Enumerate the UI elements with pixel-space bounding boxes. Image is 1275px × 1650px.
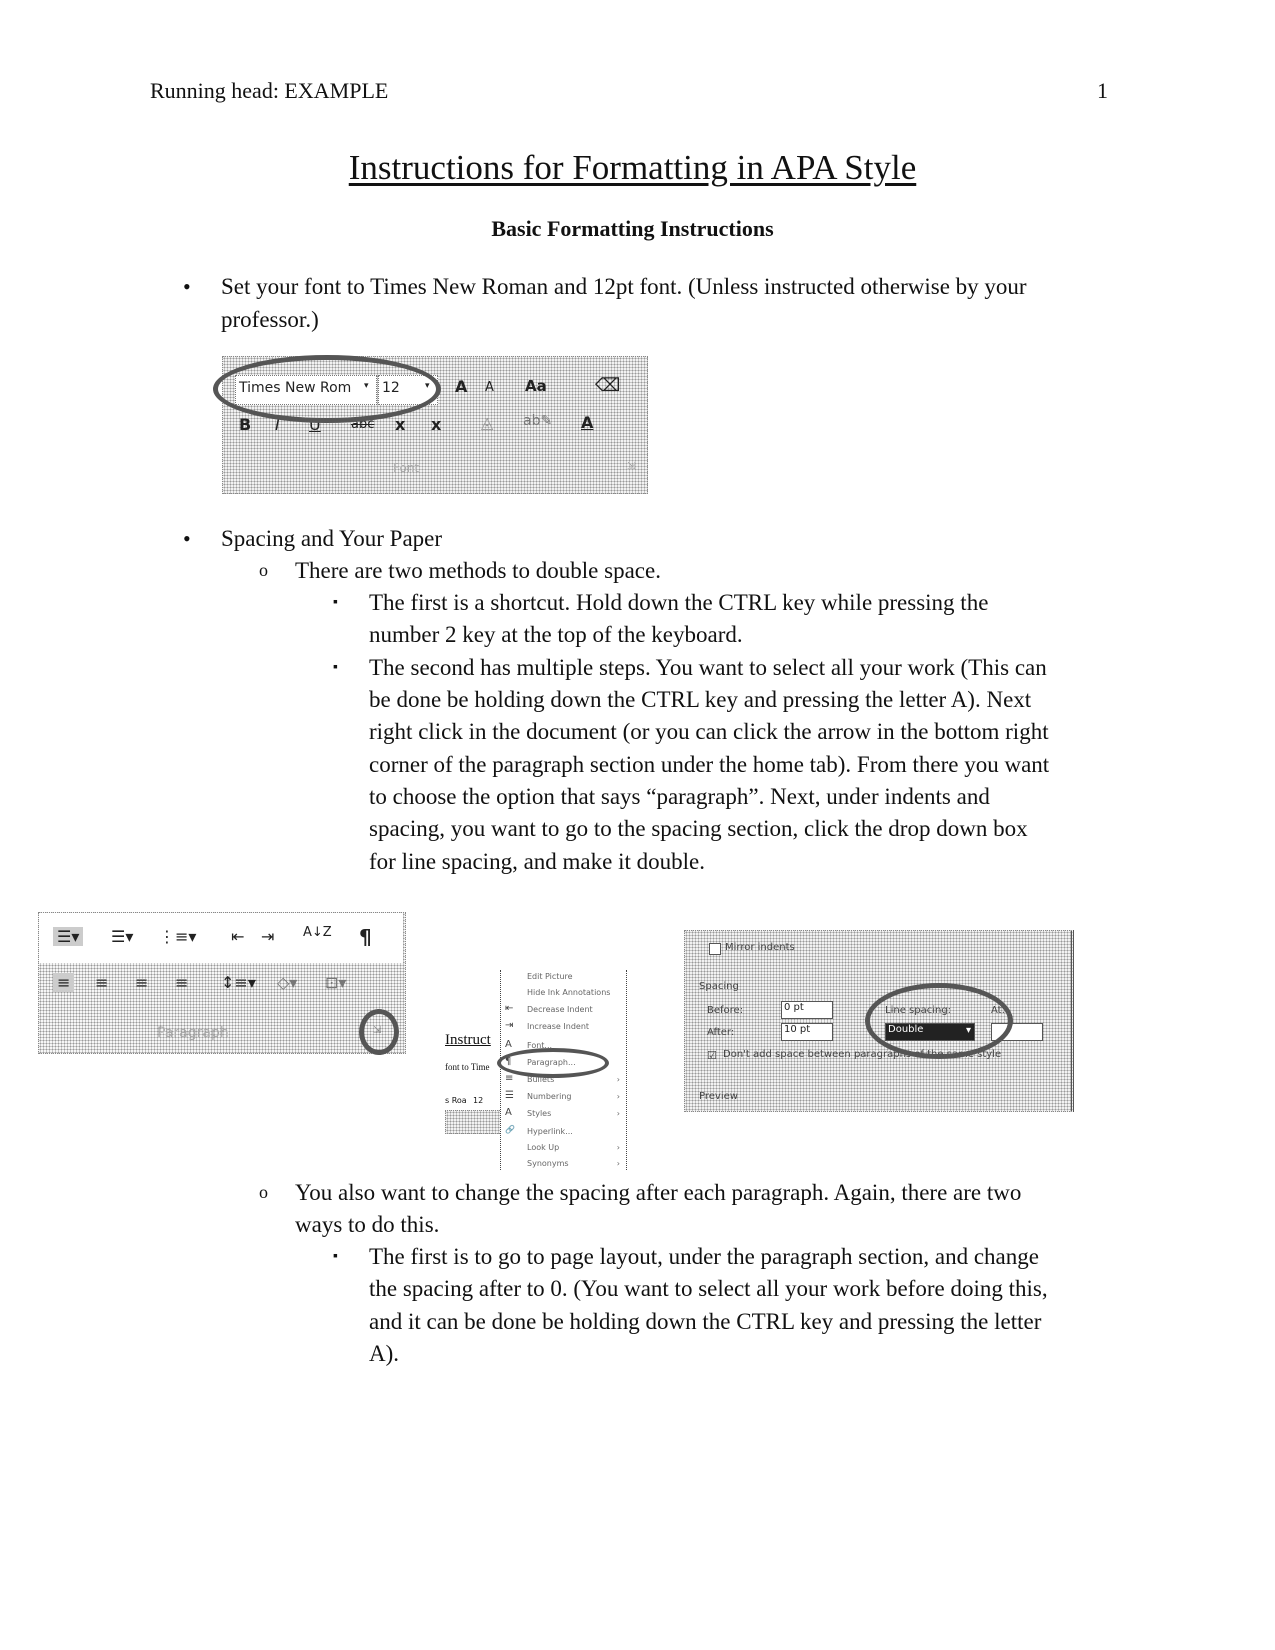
align-center-icon: ≡ [95, 973, 109, 992]
font-ribbon-screenshot: Times New Rom ▾ 12 ▾ A A Aa ⌫ B I U abc … [213, 355, 648, 494]
bullet-square-icon: ▪ [333, 1249, 338, 1264]
shrink-font-icon: A [485, 380, 494, 395]
spacing-after-line2: ways to do this. [295, 1212, 440, 1237]
bullet-dot-icon: • [183, 274, 191, 299]
steps-line7: for line spacing, and make it double. [369, 849, 705, 874]
document-title: Instructions for Formatting in APA Style [348, 148, 917, 187]
spacing-heading: Spacing and Your Paper [221, 526, 443, 551]
dialog-launcher-icon: ⇲ [627, 461, 636, 472]
running-head: Running head: EXAMPLE [150, 78, 389, 103]
chevron-right-icon: › [616, 1159, 620, 1168]
bold-icon: B [239, 415, 252, 434]
after-spinner[interactable]: 10 pt [781, 1023, 833, 1041]
steps-line1: The second has multiple steps. You want … [369, 655, 1047, 680]
chevron-right-icon: › [616, 1092, 620, 1101]
doc-font-fragment: s Roa [445, 1096, 467, 1105]
align-right-icon: ≡ [135, 973, 149, 992]
superscript-icon: x [431, 415, 442, 434]
doc-text-fragment: font to Time [445, 1062, 490, 1072]
bullet-square-icon: ▪ [333, 660, 338, 675]
before-label: Before: [707, 1005, 744, 1016]
bullet-dot-icon: • [183, 526, 191, 551]
justify-icon: ≡ [175, 973, 189, 992]
double-space-intro: There are two methods to double space. [295, 558, 661, 583]
font-color-icon: A [581, 413, 594, 432]
preview-label: Preview [699, 1091, 738, 1102]
shortcut-line1: The first is a shortcut. Hold down the C… [369, 590, 989, 615]
steps-line2: be done be holding down the CTRL key and… [369, 687, 1032, 712]
doc-size-fragment: 12 [473, 1096, 484, 1105]
page-layout-line4: A). [369, 1341, 400, 1366]
font-instruction-line2: professor.) [221, 307, 319, 332]
font-group-label: Font [393, 461, 420, 475]
increase-indent-icon: ⇥ [261, 927, 275, 946]
increase-indent-icon: ⇥ [505, 1020, 514, 1031]
highlight-icon: ab✎ [523, 413, 553, 429]
steps-line6: spacing, you want to go to the spacing s… [369, 816, 1028, 841]
decrease-indent-icon: ⇤ [505, 1003, 514, 1014]
checkmark-icon[interactable]: ☑ [707, 1049, 717, 1062]
spacing-after-line1: You also want to change the spacing afte… [295, 1180, 1022, 1205]
spacing-group-label: Spacing [699, 981, 739, 992]
highlight-oval [359, 1009, 399, 1055]
show-marks-icon: ¶ [359, 925, 372, 949]
highlight-oval [497, 1048, 609, 1078]
mirror-indents-label: Mirror indents [725, 942, 795, 953]
bullets-icon: ☰▾ [53, 927, 84, 946]
hyperlink-icon: 🔗 [505, 1125, 515, 1134]
before-spinner[interactable]: 0 pt [781, 1001, 833, 1019]
subscript-icon: x [395, 415, 406, 434]
page-layout-line2: the spacing after to 0. (You want to sel… [369, 1276, 1048, 1301]
after-label: After: [707, 1027, 735, 1038]
section-heading: Basic Formatting Instructions [491, 216, 774, 241]
shortcut-line2: number 2 key at the top of the keyboard. [369, 622, 743, 647]
steps-line3: right click in the document (or you can … [369, 719, 1049, 744]
page-layout-line1: The first is to go to page layout, under… [369, 1244, 1039, 1269]
numbering-icon: ☰ [505, 1090, 514, 1101]
bullet-circle-icon: o [259, 560, 268, 580]
grow-font-icon: A [455, 377, 468, 396]
change-case-icon: Aa [525, 377, 547, 395]
doc-title-fragment: Instruct [445, 1032, 491, 1048]
align-left-icon: ≡ [53, 973, 75, 992]
steps-line5: to choose the option that says “paragrap… [369, 784, 990, 809]
font-instruction-line1: Set your font to Times New Roman and 12p… [221, 274, 1027, 299]
line-spacing-icon: ↕≡▾ [221, 973, 256, 992]
page-layout-line3: and it can be done be holding down the C… [369, 1309, 1042, 1334]
highlight-oval [865, 983, 1013, 1059]
bullet-square-icon: ▪ [333, 595, 338, 610]
steps-line4: corner of the paragraph section under th… [369, 752, 1050, 777]
clear-formatting-icon: ⌫ [595, 375, 621, 396]
paragraph-ribbon-screenshot: ☰▾ ☰▾ ⋮≡▾ ⇤ ⇥ A↓Z ¶ ≡ ≡ ≡ ≡ ↕≡▾ ◇▾ ⊡▾ Pa… [38, 912, 406, 1055]
mirror-indents-checkbox[interactable] [709, 943, 721, 955]
sort-icon: A↓Z [303, 925, 332, 940]
chevron-right-icon: › [616, 1075, 620, 1084]
bullets-icon: ≡ [505, 1073, 514, 1084]
numbering-icon: ☰▾ [111, 927, 134, 946]
page-number: 1 [1097, 78, 1108, 103]
bullet-circle-icon: o [259, 1182, 268, 1202]
font-icon: A [505, 1039, 512, 1050]
text-effects-icon: ◬ [481, 413, 494, 432]
highlight-oval [213, 355, 441, 423]
borders-icon: ⊡▾ [325, 973, 347, 992]
chevron-right-icon: › [616, 1109, 620, 1118]
paragraph-group-label: Paragraph [157, 1025, 229, 1041]
paragraph-dialog-screenshot: Mirror indents Spacing Before: 0 pt Afte… [684, 930, 1074, 1112]
multilevel-list-icon: ⋮≡▾ [159, 927, 197, 946]
context-menu-screenshot: Instruct ng font to Time ont. s Roa 12 E… [445, 970, 630, 1170]
decrease-indent-icon: ⇤ [231, 927, 245, 946]
shading-icon: ◇▾ [277, 973, 298, 992]
chevron-right-icon: › [616, 1143, 620, 1152]
styles-icon: A [505, 1107, 512, 1118]
